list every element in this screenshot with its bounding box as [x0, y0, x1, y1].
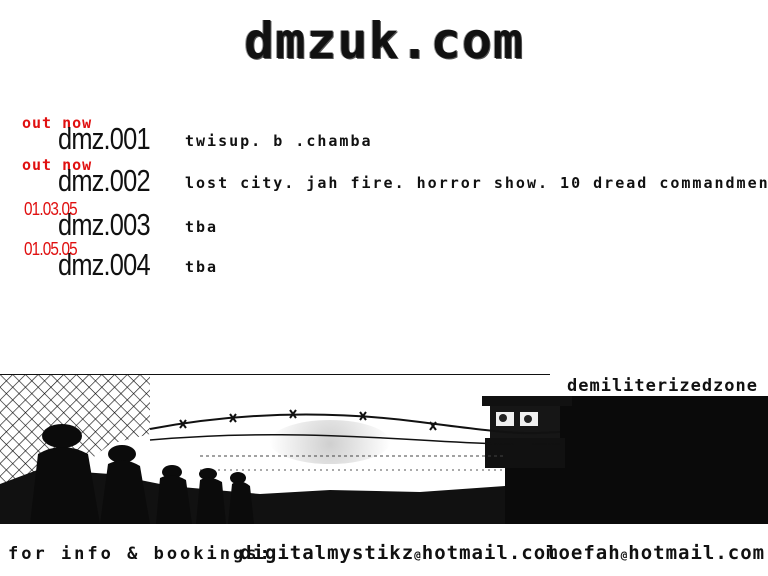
- release-catalog-number[interactable]: dmz.003: [58, 209, 151, 240]
- email-link-digitalmystikz[interactable]: digitalmystikz@hotmail.com: [240, 542, 559, 564]
- banner-tagline: demiliterizedzone: [567, 376, 758, 396]
- release-description: twisup. b .chamba: [185, 132, 373, 150]
- release-row-003[interactable]: 01.03.05 dmz.003 tba: [0, 200, 768, 242]
- release-catalog-number[interactable]: dmz.002: [58, 165, 151, 196]
- email-link-loefah[interactable]: loefah@hotmail.com: [546, 542, 765, 564]
- footer-prefix: for info & bookings:: [8, 544, 273, 564]
- email-domain: hotmail.com: [421, 542, 559, 564]
- release-catalog-number[interactable]: dmz.001: [58, 123, 151, 154]
- email-user: digitalmystikz: [240, 542, 415, 564]
- email-user: loefah: [546, 542, 621, 564]
- release-row-001[interactable]: out now dmz.001 twisup. b .chamba: [0, 116, 768, 156]
- footer-contact: for info & bookings: digitalmystikz@hotm…: [0, 540, 768, 570]
- at-symbol: @: [414, 549, 422, 562]
- release-row-002[interactable]: out now dmz.002 lost city. jah fire. hor…: [0, 158, 768, 198]
- email-domain: hotmail.com: [628, 542, 766, 564]
- release-catalog-number[interactable]: dmz.004: [58, 249, 151, 280]
- release-description: tba: [185, 258, 219, 276]
- release-description: tba: [185, 218, 219, 236]
- release-description: lost city. jah fire. horror show. 10 dre…: [185, 174, 768, 192]
- site-title[interactable]: dmzuk.com: [0, 12, 768, 70]
- release-row-004[interactable]: 01.05.05 dmz.004 tba: [0, 240, 768, 282]
- banner-image: [0, 374, 768, 524]
